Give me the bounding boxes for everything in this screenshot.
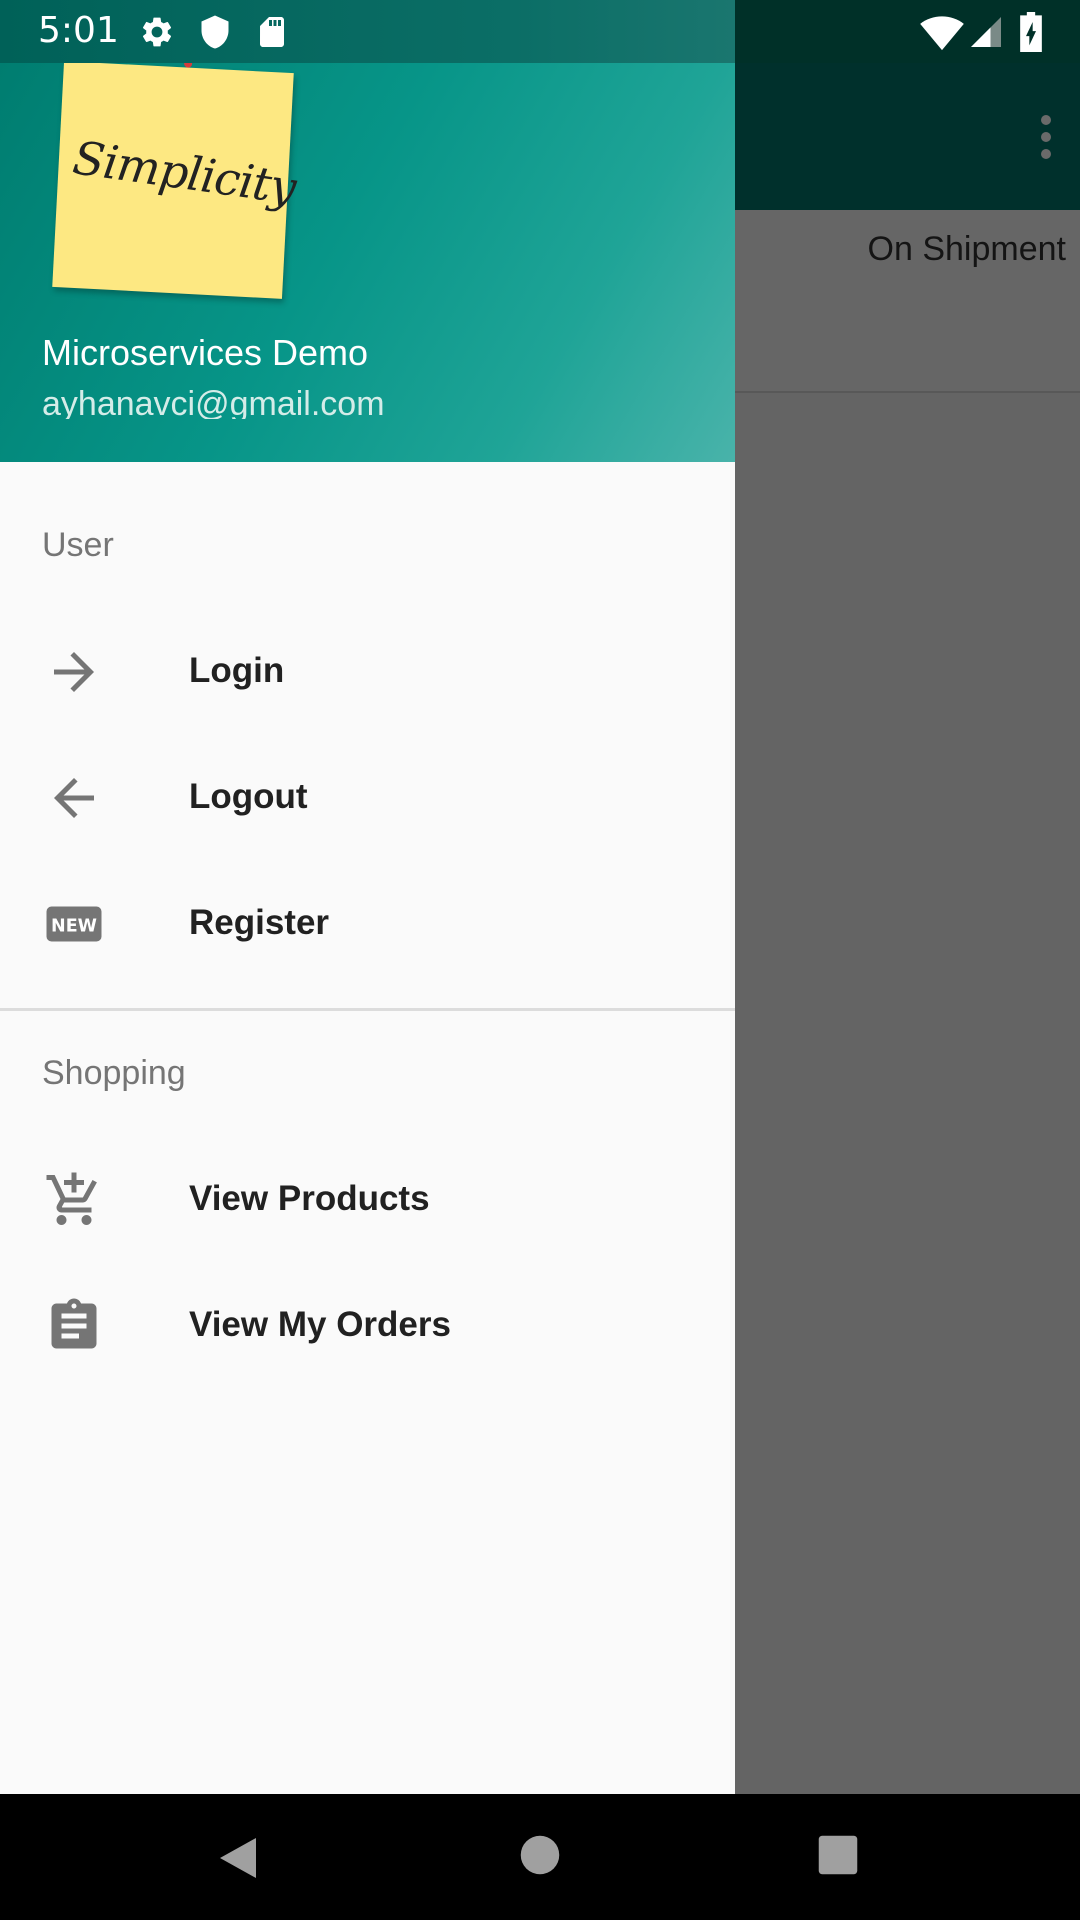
home-icon[interactable] (519, 1834, 561, 1880)
clipboard-icon (44, 1296, 104, 1356)
recents-icon[interactable] (817, 1834, 859, 1880)
status-bar: 5:01 (0, 0, 1080, 63)
signal-icon (968, 14, 1004, 54)
more-vert-icon[interactable] (1034, 115, 1058, 159)
svg-text:NEW: NEW (51, 917, 97, 937)
menu-item-view-my-orders[interactable]: View My Orders (0, 1263, 735, 1389)
menu-item-label: View Products (189, 1179, 430, 1218)
navigation-drawer: Simplicity Microservices Demo ayhanavci@… (0, 63, 735, 1794)
back-icon[interactable] (216, 1834, 260, 1886)
drawer-header: Simplicity Microservices Demo ayhanavci@… (0, 63, 735, 462)
menu-item-label: Register (189, 903, 330, 942)
status-time: 5:01 (38, 10, 119, 51)
section-divider (0, 1008, 735, 1011)
section-title-user: User (42, 526, 114, 564)
app-logo: Simplicity (52, 63, 299, 299)
section-title-shopping: Shopping (42, 1054, 186, 1092)
header-name: Microservices Demo (42, 332, 369, 373)
menu-item-register[interactable]: NEW Register (0, 861, 735, 987)
order-status: On Shipment (867, 230, 1066, 268)
shield-icon (197, 14, 233, 54)
menu-item-view-products[interactable]: View Products (0, 1137, 735, 1263)
arrow-forward-icon (44, 642, 104, 702)
header-email: ayhanavci@gmail.com (42, 385, 385, 419)
menu-item-label: Login (189, 651, 285, 690)
menu-item-label: View My Orders (189, 1305, 451, 1344)
add-shopping-cart-icon (44, 1170, 104, 1230)
menu-item-label: Logout (189, 777, 308, 816)
sd-card-icon (254, 14, 290, 54)
menu-item-login[interactable]: Login (0, 609, 735, 735)
gear-icon (139, 14, 175, 54)
arrow-back-icon (44, 768, 104, 828)
logo-text: Simplicity (69, 130, 299, 215)
system-nav-bar (0, 1794, 1080, 1920)
new-badge-icon: NEW (44, 894, 104, 954)
wifi-icon (920, 12, 964, 56)
battery-charging-icon (1016, 12, 1046, 56)
menu-item-logout[interactable]: Logout (0, 735, 735, 861)
